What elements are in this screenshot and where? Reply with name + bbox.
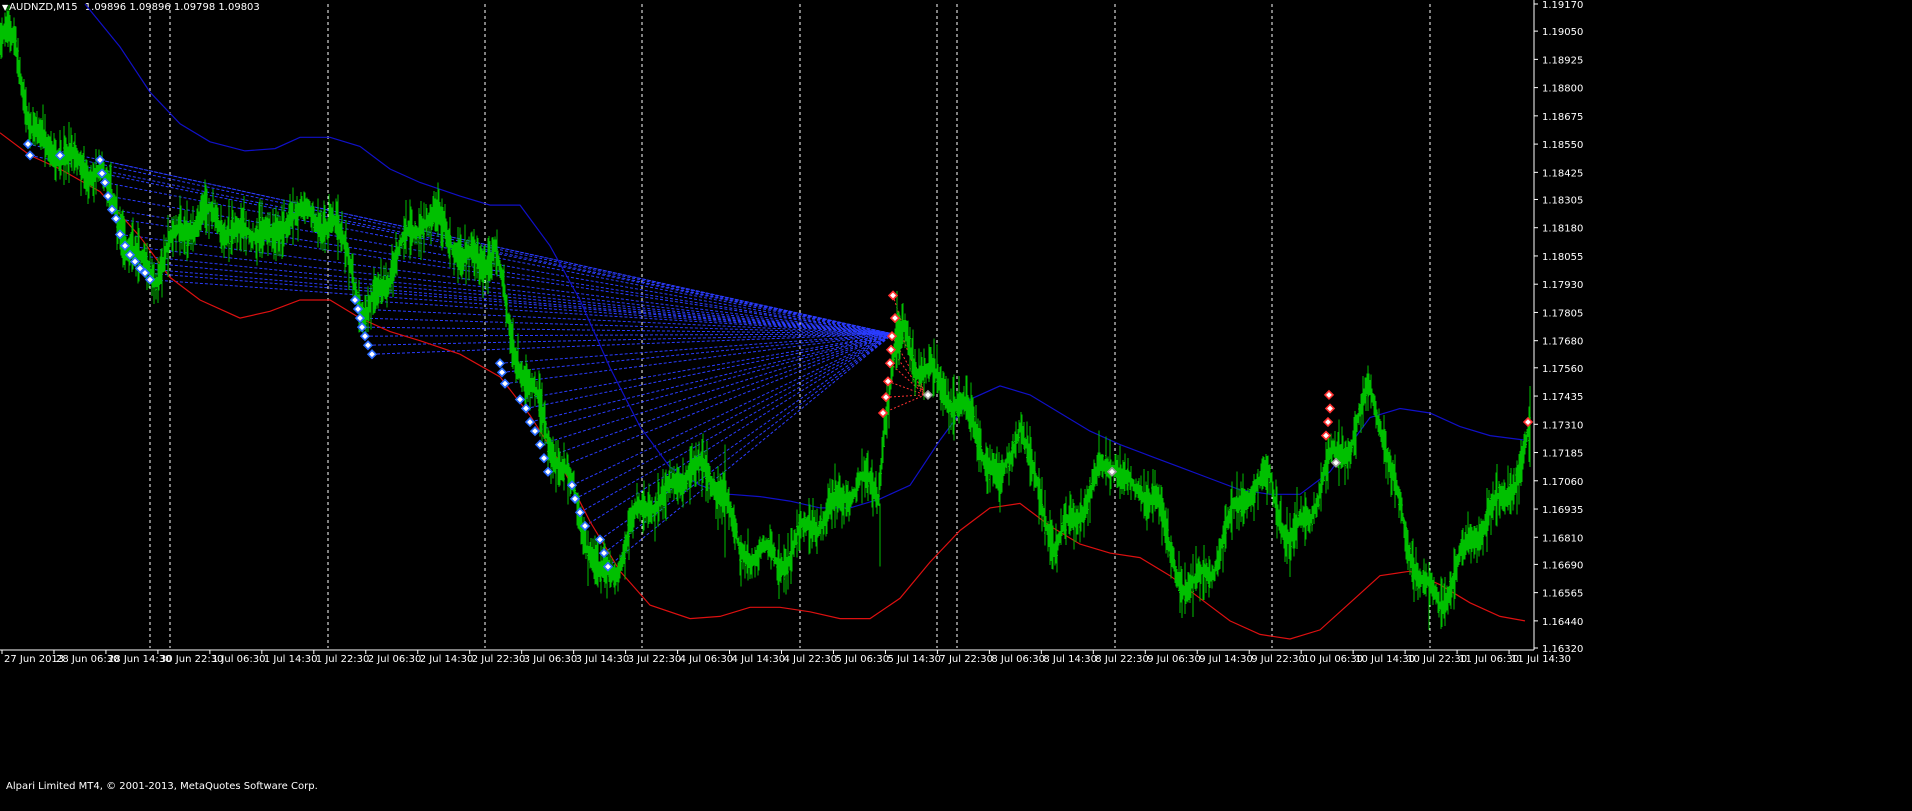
time-axis-label: 1 Jul 14:30 — [264, 654, 318, 665]
sell-signal-marker — [1522, 416, 1534, 428]
projection-line — [539, 333, 894, 446]
projection-line — [357, 308, 894, 335]
price-axis-label: 1.17185 — [1542, 449, 1583, 460]
price-axis-label: 1.16565 — [1542, 589, 1583, 600]
projection-line — [149, 279, 894, 335]
time-axis-label: 9 Jul 06:30 — [1147, 654, 1201, 665]
time-axis-label: 11 Jul 06:30 — [1459, 654, 1519, 665]
buy-signal-marker — [538, 453, 550, 464]
time-axis-label: 3 Jul 22:30 — [628, 654, 682, 665]
time-axis-label: 5 Jul 14:30 — [887, 654, 941, 665]
price-axis-label: 1.18180 — [1542, 224, 1583, 235]
time-axis-label: 5 Jul 06:30 — [835, 654, 889, 665]
price-axis-label: 1.16810 — [1542, 533, 1583, 544]
time-axis-label: 1 Jul 06:30 — [212, 654, 266, 665]
buy-signal-marker — [362, 340, 374, 351]
sell-signal-marker — [1324, 403, 1336, 414]
time-axis-label: 2 Jul 06:30 — [368, 654, 422, 665]
time-axis-label: 10 Jul 14:30 — [1355, 654, 1415, 665]
price-axis-label: 1.18550 — [1542, 140, 1583, 151]
price-axis-label: 1.19050 — [1542, 27, 1583, 38]
price-axis-label: 1.17435 — [1542, 392, 1583, 403]
projection-line — [543, 333, 894, 459]
price-axis-label: 1.18925 — [1542, 55, 1583, 66]
time-axis-label: 10 Jul 06:30 — [1303, 654, 1363, 665]
time-axis-label: 7 Jul 22:30 — [939, 654, 993, 665]
time-axis-label: 3 Jul 14:30 — [576, 654, 630, 665]
sell-signal-marker — [1323, 389, 1335, 401]
projection-line — [519, 333, 894, 400]
projection-line — [134, 261, 894, 335]
time-axis-label: 11 Jul 14:30 — [1511, 654, 1571, 665]
price-axis-label: 1.17930 — [1542, 280, 1583, 291]
time-axis-label: 4 Jul 14:30 — [732, 654, 786, 665]
price-axis-label: 1.16690 — [1542, 560, 1583, 571]
buy-signal-marker — [359, 331, 371, 342]
price-axis-label: 1.17060 — [1542, 477, 1583, 488]
time-axis-label: 2 Jul 22:30 — [472, 654, 526, 665]
projection-line — [534, 333, 894, 432]
buy-signal-marker — [366, 349, 378, 360]
time-axis-label: 3 Jul 06:30 — [524, 654, 578, 665]
price-axis-label: 1.18800 — [1542, 84, 1583, 95]
projection-line — [603, 333, 894, 554]
projection-line — [547, 333, 894, 473]
time-axis-label: 8 Jul 06:30 — [991, 654, 1045, 665]
price-axis-label: 1.18055 — [1542, 252, 1583, 263]
buy-signal-marker — [496, 367, 508, 378]
sell-signal-marker — [1322, 416, 1334, 428]
price-axis-label: 1.18675 — [1542, 112, 1583, 123]
price-axis-label: 1.17310 — [1542, 420, 1583, 431]
price-axis: 1.19170 1.19050 1.18925 1.18800 1.18675 1.185… — [1533, 0, 1583, 655]
time-axis-label: 8 Jul 22:30 — [1095, 654, 1149, 665]
sell-projection-line — [885, 394, 926, 398]
projection-line — [571, 333, 894, 486]
time-axis-label: 9 Jul 14:30 — [1199, 654, 1253, 665]
time-axis-label: 10 Jul 22:30 — [1407, 654, 1467, 665]
price-axis-label: 1.17805 — [1542, 308, 1583, 319]
buy-signal-marker — [494, 358, 506, 369]
price-axis-label: 1.17680 — [1542, 337, 1583, 348]
projection-line — [144, 272, 894, 335]
projection-line — [574, 333, 894, 500]
neutral-signal-marker — [922, 389, 934, 401]
buy-signal-marker — [534, 439, 546, 450]
time-axis-label: 9 Jul 22:30 — [1251, 654, 1305, 665]
projection-line — [354, 299, 894, 335]
projection-line — [501, 333, 894, 373]
time-axis-label: 4 Jul 22:30 — [784, 654, 838, 665]
time-axis-label: 2 Jul 14:30 — [420, 654, 474, 665]
buy-signal-marker — [514, 394, 526, 405]
sell-signal-marker — [887, 290, 899, 301]
price-axis-label: 1.16935 — [1542, 505, 1583, 516]
buy-signal-marker — [22, 138, 34, 150]
chart-window[interactable]: ▼AUDNZD,M15 1.09896 1.09896 1.09798 1.09… — [0, 0, 1912, 811]
upper-band-line — [84, 3, 1526, 509]
projection-line — [525, 333, 894, 409]
projection-line — [139, 267, 894, 335]
time-axis-label: 8 Jul 14:30 — [1043, 654, 1097, 665]
time-axis: 27 Jun 201328 Jun 06:3028 Jun 14:3030 Ju… — [0, 649, 1571, 665]
price-axis-label: 1.18305 — [1542, 195, 1583, 206]
price-axis-label: 1.16440 — [1542, 617, 1583, 628]
price-axis-label: 1.18425 — [1542, 168, 1583, 179]
projection-lines — [27, 143, 926, 568]
copyright-text: Alpari Limited MT4, © 2001-2013, MetaQuo… — [6, 781, 318, 792]
price-axis-label: 1.17560 — [1542, 364, 1583, 375]
price-axis-label: 1.19170 — [1542, 0, 1583, 11]
time-axis-label: 1 Jul 22:30 — [316, 654, 370, 665]
time-axis-label: 4 Jul 06:30 — [680, 654, 734, 665]
price-chart[interactable]: 1.19170 1.19050 1.18925 1.18800 1.18675 1.185… — [0, 0, 1912, 811]
